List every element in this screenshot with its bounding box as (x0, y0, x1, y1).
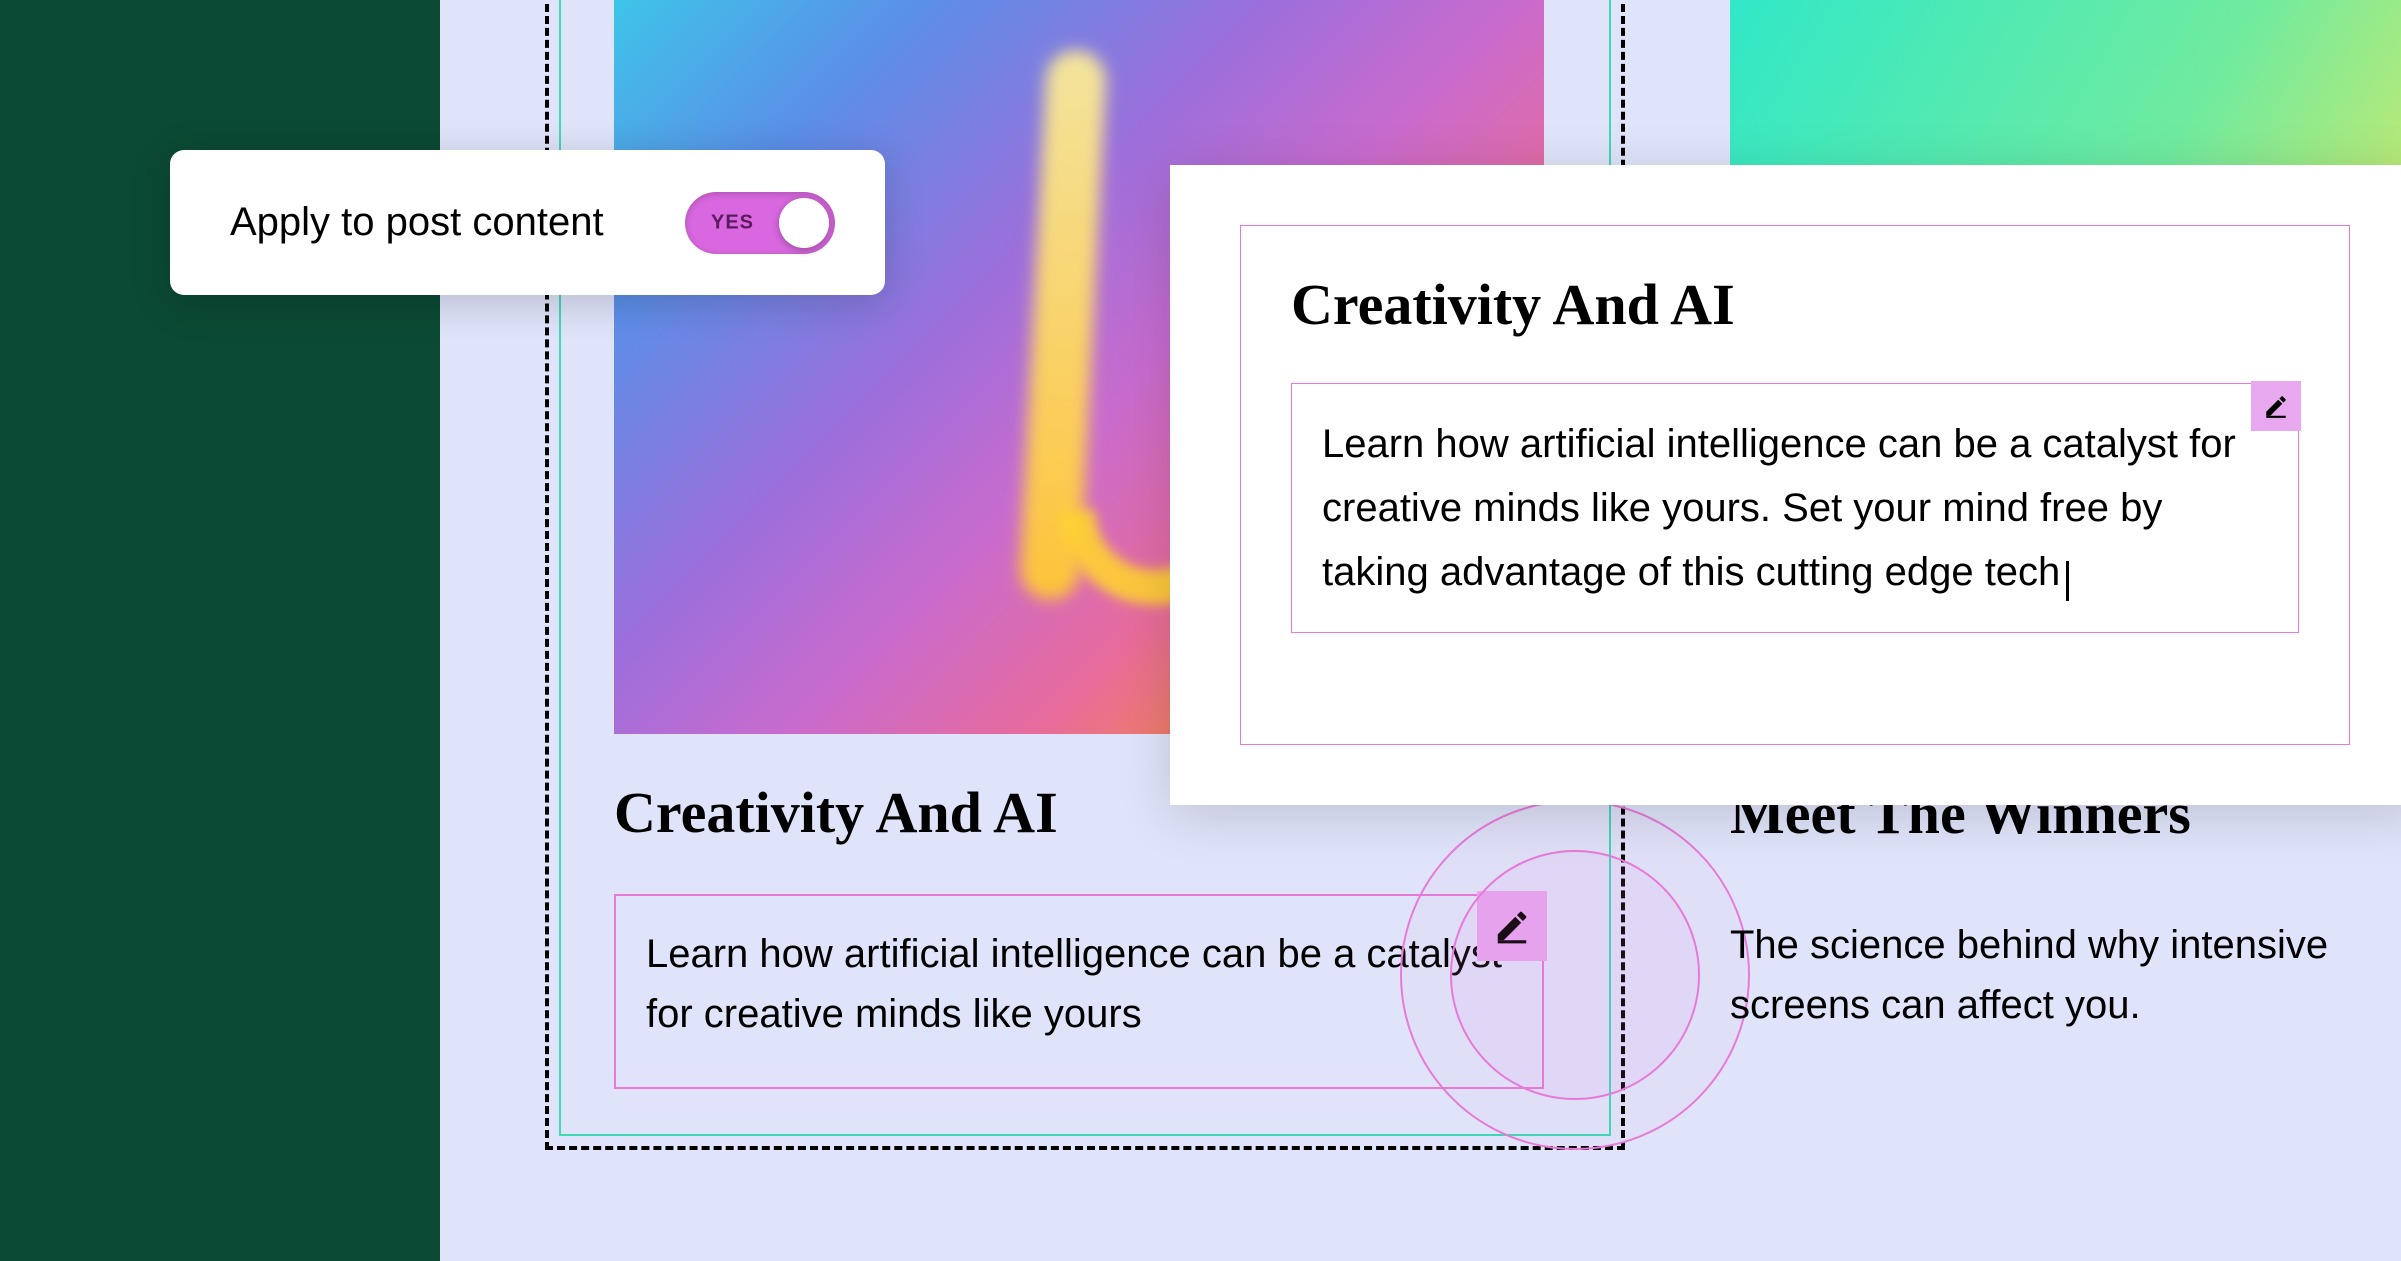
editor-text-content: Learn how artificial intelligence can be… (1322, 422, 2236, 594)
content-editor-panel: Creativity And AI Learn how artificial i… (1170, 165, 2401, 805)
text-cursor (2066, 561, 2069, 601)
editor-textarea[interactable]: Learn how artificial intelligence can be… (1291, 383, 2299, 633)
toggle-knob (779, 198, 829, 248)
editor-title: Creativity And AI (1291, 271, 2299, 338)
apply-settings-panel: Apply to post content YES (170, 150, 885, 295)
post-card-secondary-description: The science behind why intensive screens… (1730, 915, 2401, 1035)
apply-to-post-toggle[interactable]: YES (685, 192, 835, 254)
pencil-icon (1493, 907, 1531, 945)
post-card-description-box[interactable]: Learn how artificial intelligence can be… (614, 894, 1544, 1089)
post-card-title: Creativity And AI (614, 779, 1058, 846)
toggle-label: Apply to post content (230, 200, 604, 245)
editor-edit-button[interactable] (2251, 381, 2301, 431)
post-card-description-text: Learn how artificial intelligence can be… (646, 924, 1512, 1044)
content-editor-inner: Creativity And AI Learn how artificial i… (1240, 225, 2350, 745)
pencil-icon (2263, 393, 2289, 419)
toggle-state-label: YES (711, 211, 754, 234)
edit-description-button[interactable] (1477, 891, 1547, 961)
